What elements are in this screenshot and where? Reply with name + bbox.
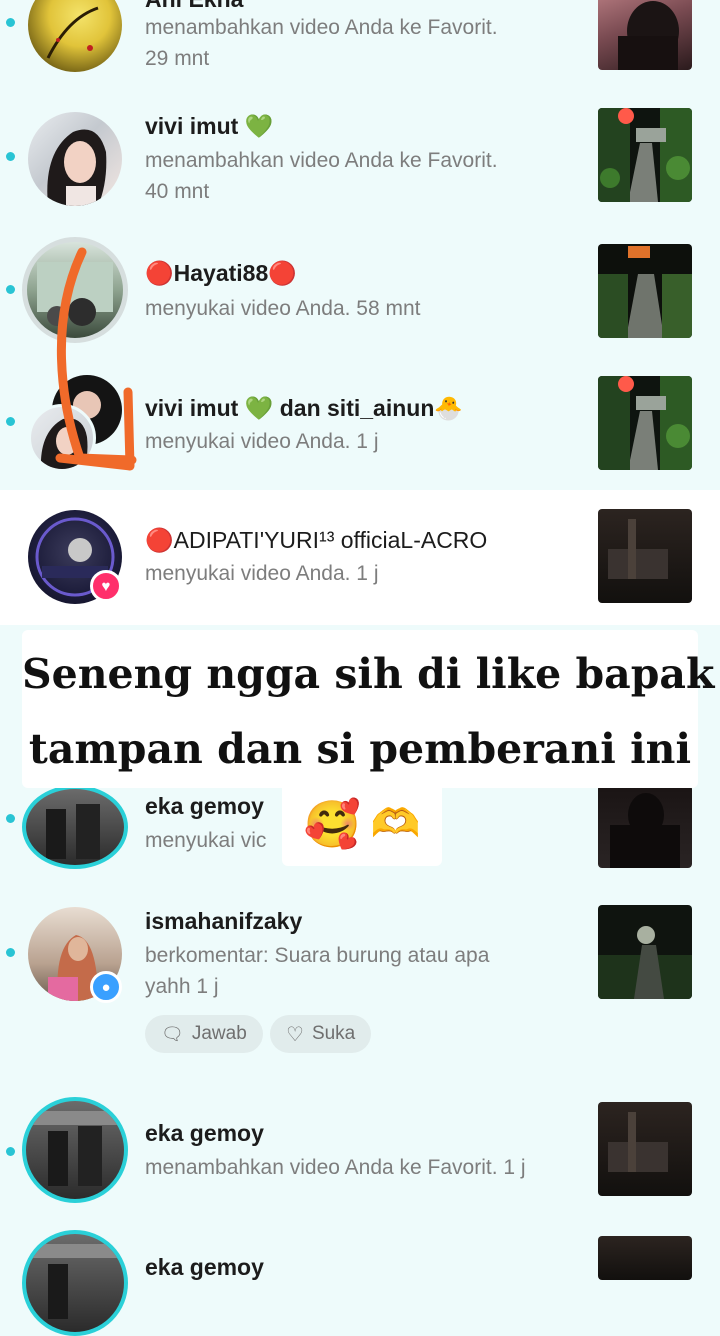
like-button[interactable]: ♡ Suka (270, 1015, 372, 1053)
action-text: menambahkan video Anda ke Favorit. 1 j (145, 1156, 526, 1179)
notification-row[interactable]: eka gemoy (0, 1220, 720, 1336)
video-thumbnail[interactable] (598, 1102, 692, 1196)
user-name[interactable]: eka gemoy (145, 793, 264, 820)
user-name[interactable]: ismahanifzaky (145, 908, 302, 935)
unread-dot (6, 814, 15, 823)
smiling-face-with-hearts-icon: 🥰 (303, 798, 361, 850)
user-name[interactable]: eka gemoy (145, 1120, 264, 1147)
video-thumbnail[interactable] (598, 509, 692, 603)
video-thumbnail[interactable] (598, 905, 692, 999)
unread-dot (6, 948, 15, 957)
caption-line-1: Seneng ngga sih di like bapak (22, 650, 715, 698)
heart-outline-icon: ♡ (286, 1023, 304, 1046)
reply-button[interactable]: 🗨 Jawab (145, 1015, 263, 1053)
action-text: menyukai video Anda. 1 j (145, 562, 379, 585)
avatar[interactable] (22, 1097, 128, 1203)
notification-row[interactable]: ● ismahanifzaky berkomentar: Suara burun… (0, 885, 720, 1080)
notification-row[interactable]: eka gemoy menambahkan video Anda ke Favo… (0, 1080, 720, 1220)
caption-overlay: Seneng ngga sih di like bapak tampan dan… (22, 630, 715, 788)
annotation-arrow (55, 247, 137, 471)
heart-badge-icon: ♥ (90, 570, 122, 602)
chat-bubble-icon: 🗨 (161, 1023, 184, 1044)
avatar[interactable] (22, 785, 128, 869)
user-name[interactable]: ADIPATI'YURI¹³ officiaL-ACRO (174, 527, 488, 553)
comment-badge-icon: ● (90, 971, 122, 1003)
notification-row-highlighted[interactable]: ♥ 🔴ADIPATI'YURI¹³ officiaL-ACRO menyukai… (0, 490, 720, 625)
reply-label: Jawab (191, 1023, 247, 1044)
video-thumbnail[interactable] (598, 1236, 692, 1280)
action-text-cont: yahh 1 j (145, 975, 219, 998)
caption-line-2: tampan dan si pemberani ini (28, 725, 692, 773)
action-text: berkomentar: Suara burung atau apa (145, 944, 490, 967)
emoji-sticker: 🥰 🫶 (282, 782, 442, 866)
user-name[interactable]: eka gemoy (145, 1254, 264, 1281)
red-circle-icon: 🔴 (145, 527, 174, 553)
action-text: menyukai vic (145, 829, 267, 852)
video-thumbnail[interactable] (598, 785, 692, 868)
avatar[interactable] (22, 1230, 128, 1336)
like-label: Suka (311, 1023, 356, 1044)
heart-hands-icon: 🫶 (370, 802, 421, 846)
unread-dot (6, 1147, 15, 1156)
